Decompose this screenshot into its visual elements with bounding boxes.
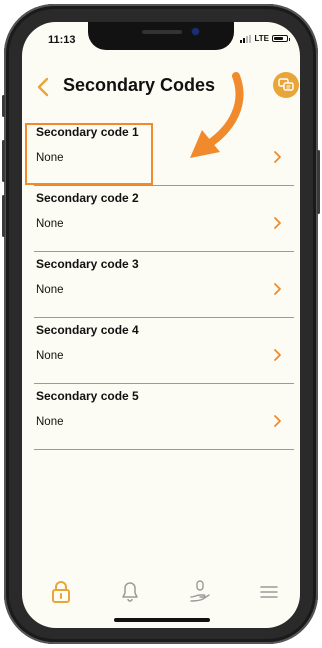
chevron-right-icon [274,349,281,361]
chevron-right-icon [274,283,281,295]
chat-icon [278,78,294,91]
phone-volume-up [2,140,5,182]
status-time: 11:13 [48,34,76,46]
secondary-code-item-4[interactable]: Secondary code 4 None [34,318,294,384]
status-indicators: LTE [240,34,290,43]
phone-power-button [317,150,320,214]
notch [88,22,234,50]
phone-volume-down [2,195,5,237]
bottom-tab-bar [22,570,300,614]
item-value: None [36,152,64,164]
tab-lock[interactable] [44,576,78,608]
header: Secondary Codes [22,70,300,106]
hand-icon [190,580,210,602]
secondary-code-item-1[interactable]: Secondary code 1 None [34,120,294,186]
secondary-code-item-2[interactable]: Secondary code 2 None [34,186,294,252]
item-label: Secondary code 1 [36,125,139,139]
lock-icon [52,581,70,603]
phone-screen: 11:13 LTE Secondary Codes Secondary code… [22,22,300,628]
tab-menu[interactable] [252,576,286,608]
signal-icon [240,34,252,43]
menu-icon [260,586,278,598]
tab-notifications[interactable] [113,576,147,608]
chevron-right-icon [274,415,281,427]
chevron-right-icon [274,151,281,163]
item-label: Secondary code 3 [36,257,139,271]
home-indicator [114,618,210,622]
bell-icon [122,582,138,602]
secondary-code-item-5[interactable]: Secondary code 5 None [34,384,294,450]
item-value: None [36,350,64,362]
speaker [142,30,182,34]
secondary-code-list: Secondary code 1 None Secondary code 2 N… [34,120,294,450]
page-title: Secondary Codes [63,75,216,95]
back-chevron-icon[interactable] [36,76,50,98]
chevron-right-icon [274,217,281,229]
item-value: None [36,218,64,230]
phone-mute-switch [2,95,5,117]
item-value: None [36,416,64,428]
battery-icon [272,35,290,42]
tab-hand[interactable] [183,576,217,608]
item-label: Secondary code 2 [36,191,139,205]
item-label: Secondary code 5 [36,389,139,403]
secondary-code-item-3[interactable]: Secondary code 3 None [34,252,294,318]
item-label: Secondary code 4 [36,323,139,337]
network-type: LTE [254,34,269,43]
chat-button[interactable] [273,72,299,98]
front-camera [192,28,199,35]
item-value: None [36,284,64,296]
